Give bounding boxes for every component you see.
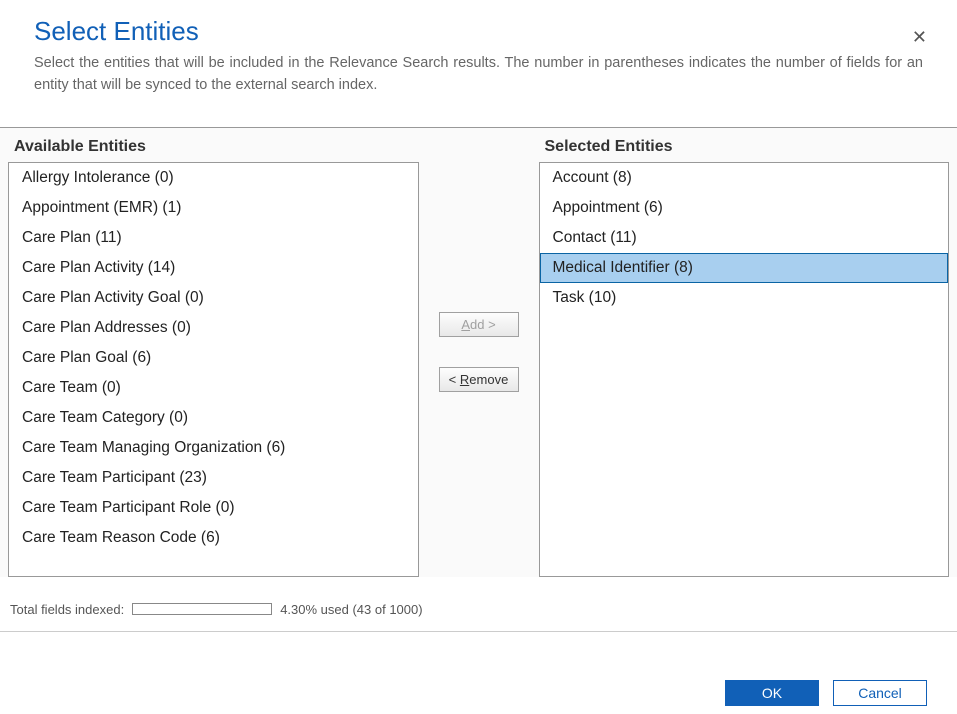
selected-item[interactable]: Medical Identifier (8) bbox=[540, 253, 949, 283]
selected-item[interactable]: Appointment (6) bbox=[540, 193, 949, 223]
available-item[interactable]: Appointment (EMR) (1) bbox=[9, 193, 418, 223]
available-item[interactable]: Allergy Intolerance (0) bbox=[9, 163, 418, 193]
dialog-title: Select Entities bbox=[34, 16, 923, 47]
available-listbox[interactable]: Allergy Intolerance (0)Appointment (EMR)… bbox=[8, 162, 419, 577]
status-label: Total fields indexed: bbox=[10, 602, 124, 617]
status-bar: Total fields indexed: 4.30% used (43 of … bbox=[0, 585, 957, 627]
dialog-footer: OK Cancel bbox=[725, 680, 927, 706]
ok-button[interactable]: OK bbox=[725, 680, 819, 706]
available-item[interactable]: Care Plan Activity Goal (0) bbox=[9, 283, 418, 313]
available-item[interactable]: Care Plan Addresses (0) bbox=[9, 313, 418, 343]
status-usage: 4.30% used (43 of 1000) bbox=[280, 602, 422, 617]
close-icon[interactable]: ✕ bbox=[912, 28, 927, 46]
progress-bar bbox=[132, 603, 272, 615]
available-label: Available Entities bbox=[8, 128, 419, 162]
available-item[interactable]: Care Team Managing Organization (6) bbox=[9, 433, 418, 463]
remove-button[interactable]: < Remove bbox=[439, 367, 519, 392]
entity-picker: Available Entities Allergy Intolerance (… bbox=[0, 128, 957, 577]
selected-item[interactable]: Contact (11) bbox=[540, 223, 949, 253]
available-column: Available Entities Allergy Intolerance (… bbox=[8, 128, 419, 577]
dialog-description: Select the entities that will be include… bbox=[34, 53, 923, 97]
transfer-buttons: Add > < Remove bbox=[419, 128, 539, 577]
available-item[interactable]: Care Plan Goal (6) bbox=[9, 343, 418, 373]
available-item[interactable]: Care Team Reason Code (6) bbox=[9, 523, 418, 553]
selected-column: Selected Entities Account (8)Appointment… bbox=[539, 128, 950, 577]
add-button[interactable]: Add > bbox=[439, 312, 519, 337]
selected-label: Selected Entities bbox=[539, 128, 950, 162]
dialog-header: Select Entities Select the entities that… bbox=[0, 0, 957, 117]
selected-listbox[interactable]: Account (8)Appointment (6)Contact (11)Me… bbox=[539, 162, 950, 577]
available-item[interactable]: Care Team Category (0) bbox=[9, 403, 418, 433]
available-item[interactable]: Care Team (0) bbox=[9, 373, 418, 403]
available-item[interactable]: Care Plan (11) bbox=[9, 223, 418, 253]
selected-item[interactable]: Task (10) bbox=[540, 283, 949, 313]
available-item[interactable]: Care Team Participant (23) bbox=[9, 463, 418, 493]
available-item[interactable]: Care Plan Activity (14) bbox=[9, 253, 418, 283]
cancel-button[interactable]: Cancel bbox=[833, 680, 927, 706]
footer-divider bbox=[0, 631, 957, 632]
selected-item[interactable]: Account (8) bbox=[540, 163, 949, 193]
available-item[interactable]: Care Team Participant Role (0) bbox=[9, 493, 418, 523]
